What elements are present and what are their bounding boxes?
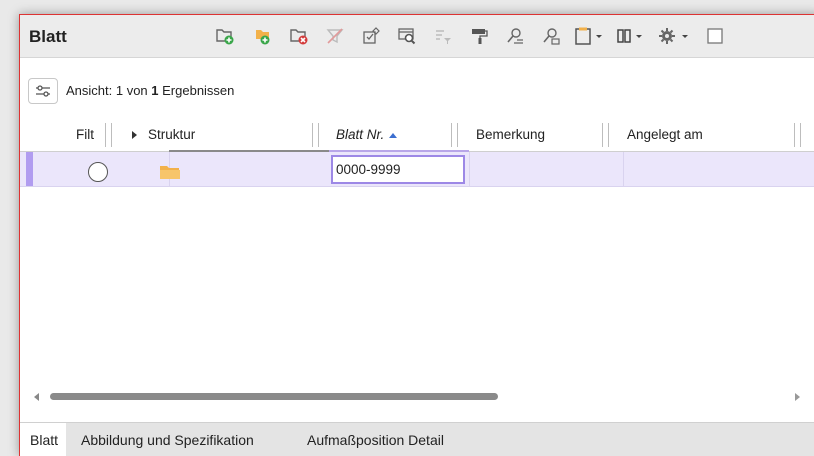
sort-filter-icon[interactable] [430, 23, 456, 49]
grid-header: Filt Struktur Blatt Nr. Bemerkung Angele… [20, 119, 814, 153]
scroll-left-icon[interactable] [34, 393, 39, 401]
row-radio-button[interactable] [88, 162, 108, 182]
preview-search-icon[interactable] [394, 23, 420, 49]
columns-dropdown-icon[interactable] [614, 23, 650, 49]
column-header-filter[interactable]: Filt [76, 119, 106, 151]
panel-title: Blatt [29, 27, 67, 46]
column-header-struktur[interactable]: Struktur [148, 119, 195, 151]
edit-checklist-icon[interactable] [358, 23, 384, 49]
folder-icon[interactable] [159, 164, 181, 185]
result-count-number: 1 [151, 83, 159, 98]
blatt-nr-cell-editor[interactable]: 0000-9999 [331, 155, 465, 184]
scroll-right-icon[interactable] [795, 393, 800, 401]
tab-aufmassposition-detail[interactable]: Aufmaßposition Detail [307, 423, 444, 456]
add-folder-icon[interactable] [250, 23, 276, 49]
column-resize-handle[interactable] [105, 123, 112, 147]
result-count-prefix: Ansicht: 1 von [66, 83, 152, 98]
column-resize-handle[interactable] [312, 123, 319, 147]
expand-icon[interactable] [131, 119, 139, 151]
search-list-icon[interactable] [538, 23, 564, 49]
settings-dropdown-icon[interactable] [656, 23, 696, 49]
filter-off-icon[interactable] [322, 23, 348, 49]
cell-divider [469, 152, 470, 186]
new-folder-icon[interactable] [212, 23, 238, 49]
column-header-angelegt-am[interactable]: Angelegt am [627, 119, 703, 151]
bottom-tab-bar: Blatt Abbildung und Spezifikation Aufmaß… [20, 422, 814, 456]
column-header-bemerkung[interactable]: Bemerkung [476, 119, 545, 151]
column-header-blatt-nr[interactable]: Blatt Nr. [336, 119, 398, 151]
tab-blatt[interactable]: Blatt [20, 423, 67, 456]
tab-abbildung-und-spezifikation[interactable]: Abbildung und Spezifikation [81, 423, 254, 456]
search-user-icon[interactable] [502, 23, 528, 49]
column-resize-handle[interactable] [794, 123, 801, 147]
column-resize-handle[interactable] [602, 123, 609, 147]
blatt-panel: Blatt Ansicht: 1 von 1 Ergebnissen Filt … [19, 14, 814, 456]
column-header-blatt-nr-label: Blatt Nr. [336, 127, 385, 142]
sliders-icon [36, 85, 50, 97]
format-painter-icon[interactable] [466, 23, 492, 49]
view-settings-button[interactable] [28, 78, 58, 104]
sort-ascending-icon [389, 133, 398, 139]
checkbox-icon[interactable] [702, 23, 728, 49]
scrollbar-thumb[interactable] [50, 393, 498, 400]
row-selection-marker[interactable] [26, 152, 33, 186]
clipboard-dropdown-icon[interactable] [572, 23, 608, 49]
data-grid: Filt Struktur Blatt Nr. Bemerkung Angele… [20, 119, 814, 191]
horizontal-scrollbar[interactable] [30, 390, 810, 402]
result-count-suffix: Ergebnissen [158, 83, 235, 98]
result-count-text: Ansicht: 1 von 1 Ergebnissen [66, 83, 234, 98]
view-info-row: Ansicht: 1 von 1 Ergebnissen [20, 75, 814, 104]
panel-titlebar: Blatt [20, 15, 814, 58]
delete-folder-icon[interactable] [286, 23, 312, 49]
table-row[interactable]: 0000-9999 [20, 152, 814, 187]
cell-divider [623, 152, 624, 186]
column-resize-handle[interactable] [451, 123, 458, 147]
